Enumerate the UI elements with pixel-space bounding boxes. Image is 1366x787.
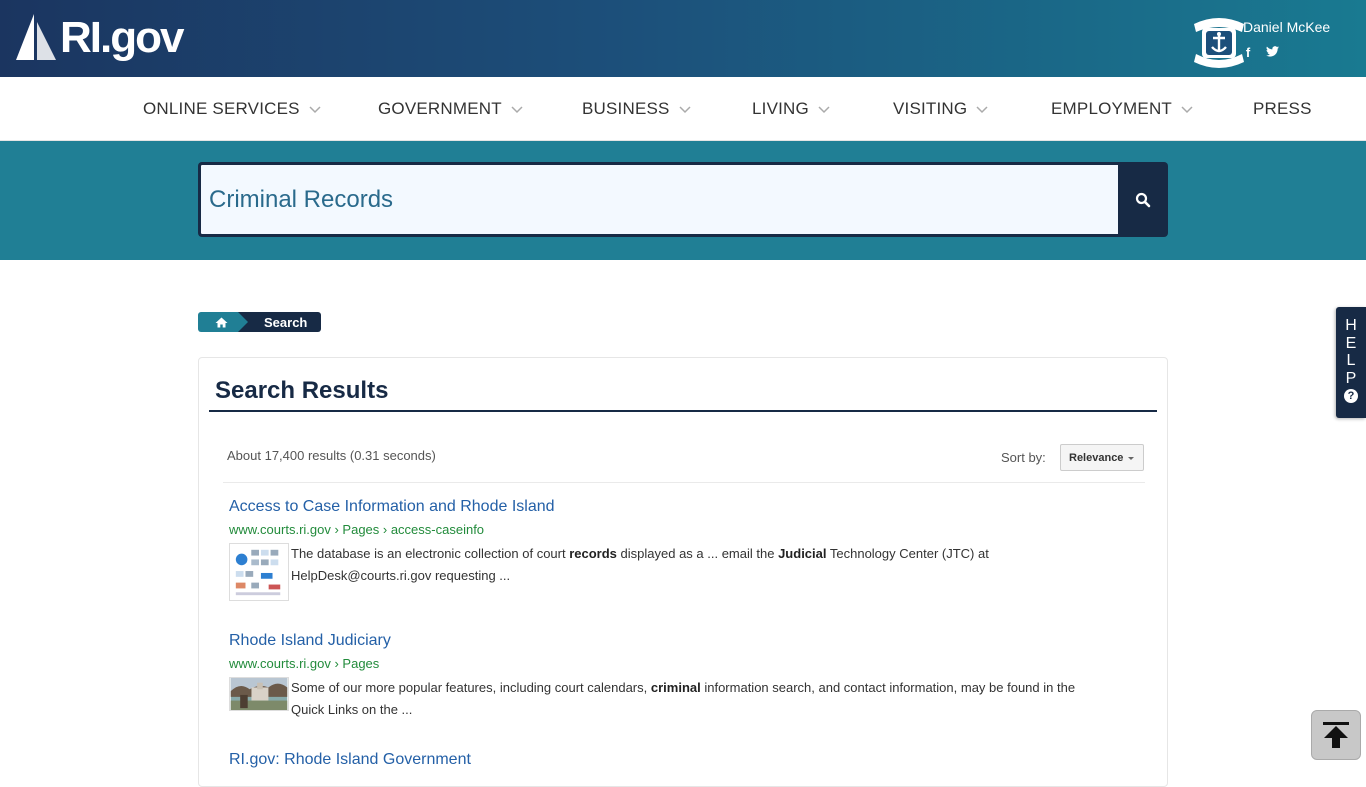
arrow-up-icon: [1323, 722, 1349, 748]
result-body: The database is an electronic collection…: [229, 543, 1111, 601]
snippet-text: The database is an electronic collection…: [291, 546, 570, 561]
chevron-down-icon: [309, 106, 321, 114]
nav-visiting[interactable]: VISITING: [893, 77, 988, 141]
result-snippet: The database is an electronic collection…: [291, 543, 1111, 601]
help-letter: P: [1345, 369, 1357, 387]
result-title-link[interactable]: Access to Case Information and Rhode Isl…: [229, 498, 1111, 516]
nav-label: PRESS: [1253, 99, 1312, 118]
nav-label: EMPLOYMENT: [1051, 99, 1173, 118]
help-letter: E: [1345, 334, 1357, 352]
help-letter: H: [1345, 317, 1357, 334]
result-item: Access to Case Information and Rhode Isl…: [229, 498, 1111, 601]
result-url: www.courts.ri.gov › Pages: [229, 656, 380, 671]
result-url: www.courts.ri.gov › Pages › access-casei…: [229, 522, 485, 537]
state-seal-icon: [1194, 18, 1244, 68]
search-button[interactable]: [1118, 162, 1168, 237]
chevron-down-icon: [1181, 106, 1193, 114]
site-header: RI.gov Daniel McKee f: [0, 0, 1366, 77]
snippet-text: Some of our more popular features, inclu…: [291, 680, 651, 695]
twitter-icon[interactable]: [1265, 45, 1279, 60]
help-letter: L: [1346, 352, 1356, 369]
nav-government[interactable]: GOVERNMENT: [378, 77, 523, 141]
page-title: Search Results: [215, 377, 389, 404]
social-links: f: [1241, 45, 1279, 60]
breadcrumb-separator: [238, 312, 248, 332]
facebook-icon[interactable]: f: [1241, 45, 1255, 60]
chevron-down-icon: [511, 106, 523, 114]
nav-online-services[interactable]: ONLINE SERVICES: [143, 77, 321, 141]
result-count: About 17,400 results (0.31 seconds): [227, 448, 436, 463]
highlighted-term: records: [569, 546, 617, 561]
back-to-top-button[interactable]: [1311, 710, 1361, 760]
results-panel: Search Results About 17,400 results (0.3…: [198, 357, 1168, 787]
result-item: RI.gov: Rhode Island Government: [229, 751, 471, 769]
result-title-link[interactable]: RI.gov: Rhode Island Government: [229, 751, 471, 769]
breadcrumb-current: Search: [238, 312, 322, 332]
search-box: [198, 162, 1119, 237]
nav-label: BUSINESS: [582, 99, 670, 118]
chevron-down-icon: [818, 106, 830, 114]
result-title-link[interactable]: Rhode Island Judiciary: [229, 632, 1111, 650]
result-item: Rhode Island Judiciary www.courts.ri.gov…: [229, 632, 1111, 721]
snippet-text: displayed as a ... email the: [616, 546, 779, 561]
home-icon: [215, 317, 227, 327]
main-nav: ONLINE SERVICES GOVERNMENT BUSINESS LIVI…: [0, 77, 1366, 141]
sort-value: Relevance: [1069, 451, 1124, 464]
title-divider: [209, 410, 1157, 412]
chevron-down-icon: [976, 106, 988, 114]
chevron-down-icon: [679, 106, 691, 114]
nav-business[interactable]: BUSINESS: [582, 77, 691, 141]
logo-text: RI.gov: [60, 13, 184, 62]
nav-label: GOVERNMENT: [378, 99, 502, 118]
result-thumbnail[interactable]: [229, 677, 289, 711]
divider: [223, 482, 1145, 483]
result-body: Some of our more popular features, inclu…: [229, 677, 1111, 721]
question-icon: ?: [1344, 389, 1358, 403]
ri-gov-logo[interactable]: RI.gov: [14, 10, 184, 66]
nav-press[interactable]: PRESS: [1253, 77, 1312, 141]
nav-employment[interactable]: EMPLOYMENT: [1051, 77, 1193, 141]
highlighted-term: Judicial: [778, 546, 827, 561]
search-icon: [1135, 192, 1151, 207]
sailboat-icon: [16, 14, 56, 60]
nav-label: VISITING: [893, 99, 968, 118]
breadcrumb-label: Search: [264, 314, 308, 330]
governor-name[interactable]: Daniel McKee: [1243, 19, 1330, 35]
nav-label: ONLINE SERVICES: [143, 99, 300, 118]
sort-label: Sort by:: [1001, 450, 1046, 465]
result-thumbnail[interactable]: [229, 543, 289, 601]
caret-down-icon: [1128, 457, 1134, 460]
sort-select[interactable]: Relevance: [1060, 444, 1144, 471]
breadcrumb: Search: [198, 312, 322, 332]
search-input[interactable]: [201, 165, 1119, 234]
nav-label: LIVING: [752, 99, 809, 118]
highlighted-term: criminal: [650, 680, 701, 695]
result-snippet: Some of our more popular features, inclu…: [291, 677, 1111, 721]
help-tab[interactable]: H E L P ?: [1336, 307, 1366, 418]
nav-living[interactable]: LIVING: [752, 77, 830, 141]
